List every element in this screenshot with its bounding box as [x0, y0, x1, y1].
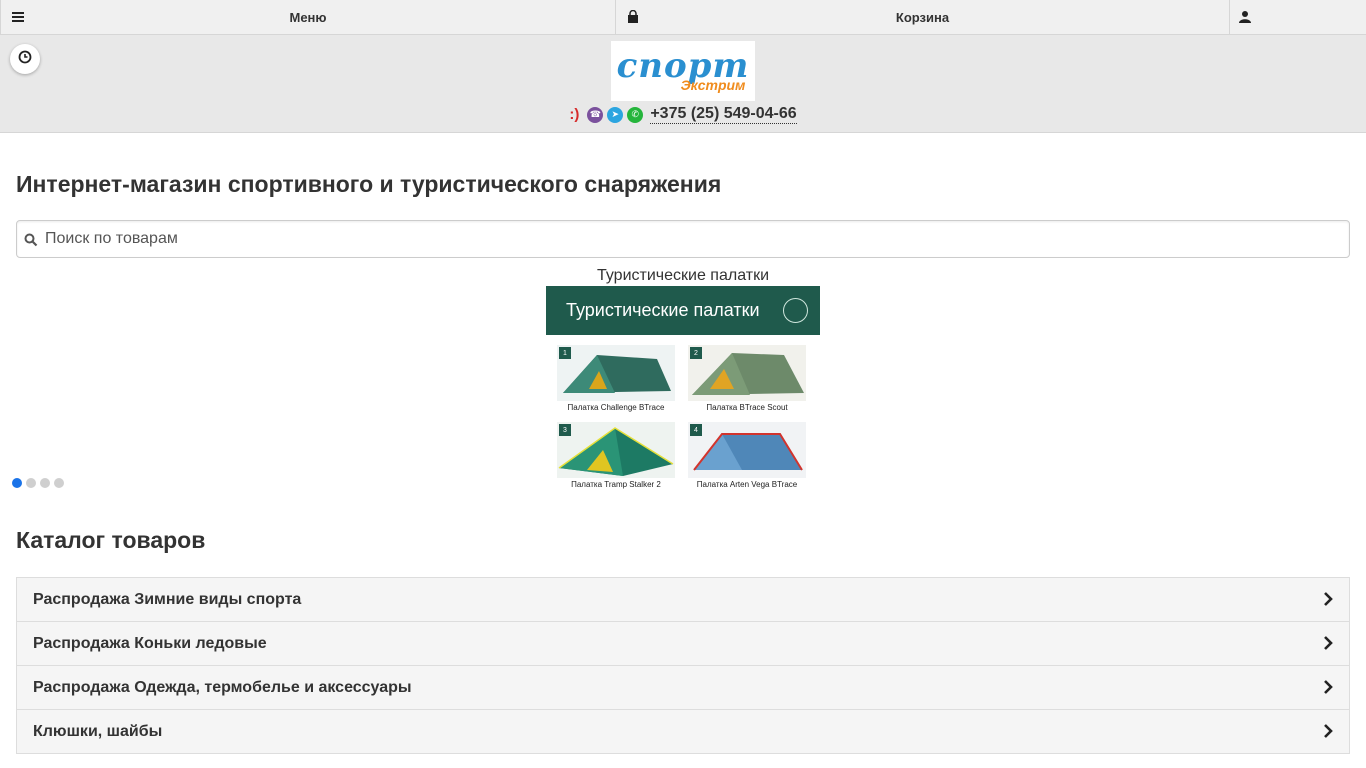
catalog-item[interactable]: Клюшки, шайбы	[17, 710, 1349, 754]
tent-card: 2 Палатка BTrace Scout	[688, 345, 806, 412]
chevron-right-icon	[1321, 680, 1335, 699]
chevron-right-icon	[1321, 592, 1335, 611]
contacts: :) ☎ ➤ ✆ +375 (25) 549-04-66	[0, 105, 1366, 124]
telegram-icon[interactable]: ➤	[607, 106, 624, 123]
tent-number: 3	[559, 424, 571, 436]
menu-button[interactable]: Меню	[0, 0, 616, 34]
catalog-item[interactable]: Распродажа Коньки ледовые	[17, 622, 1349, 666]
whatsapp-icon[interactable]: ✆	[627, 106, 644, 123]
search-box	[16, 220, 1350, 258]
smile-text: :)	[569, 106, 580, 123]
tent-label: Палатка Arten Vega BTrace	[696, 480, 798, 489]
catalog-list: Распродажа Зимние виды спорта Распродажа…	[16, 577, 1350, 754]
page-title: Интернет-магазин спортивного и туристиче…	[16, 171, 722, 197]
chevron-right-icon	[1321, 636, 1335, 655]
compass-icon	[783, 298, 808, 323]
site-header: спорт Экстрим :) ☎ ➤ ✆ +375 (25) 549-04-…	[0, 35, 1366, 133]
slider-dot[interactable]	[12, 478, 22, 488]
bag-icon	[626, 9, 640, 24]
slider-dot[interactable]	[26, 478, 36, 488]
catalog-item-label: Распродажа Одежда, термобелье и аксессуа…	[33, 678, 412, 696]
logo-text-sub: Экстрим	[680, 77, 746, 93]
tent-number: 4	[690, 424, 702, 436]
tent-label: Палатка Tramp Stalker 2	[571, 480, 661, 489]
cart-button[interactable]: Корзина	[616, 0, 1230, 34]
clock-icon	[18, 50, 32, 69]
slide-caption[interactable]: Туристические палатки	[0, 267, 1366, 285]
cart-label: Корзина	[895, 9, 950, 25]
tent-number: 2	[690, 347, 702, 359]
catalog-item[interactable]: Распродажа Зимние виды спорта	[17, 578, 1349, 622]
banner-title: Туристические палатки	[566, 300, 760, 320]
tent-label: Палатка BTrace Scout	[706, 403, 788, 412]
slider-dot[interactable]	[40, 478, 50, 488]
work-hours-button[interactable]	[10, 44, 40, 74]
menu-icon	[11, 10, 25, 24]
slider-banner[interactable]: Туристические палатки 1 Палатка Challeng…	[546, 286, 820, 498]
slider-dot[interactable]	[54, 478, 64, 488]
tent-label: Палатка Challenge BTrace	[567, 403, 665, 412]
tent-number: 1	[559, 347, 571, 359]
banner-title-band: Туристические палатки	[546, 286, 820, 335]
site-logo[interactable]: спорт Экстрим	[611, 41, 755, 101]
catalog-item[interactable]: Распродажа Одежда, термобелье и аксессуа…	[17, 666, 1349, 710]
search-icon	[24, 233, 38, 252]
user-icon	[1238, 10, 1252, 24]
tent-card: 4 Палатка Arten Vega BTrace	[688, 422, 806, 489]
user-button[interactable]	[1230, 0, 1366, 34]
catalog-item-label: Распродажа Зимние виды спорта	[33, 590, 302, 608]
catalog-title: Каталог товаров	[16, 527, 206, 553]
catalog-item-label: Распродажа Коньки ледовые	[33, 634, 267, 652]
phone-link[interactable]: +375 (25) 549-04-66	[650, 105, 797, 124]
chevron-right-icon	[1321, 724, 1335, 743]
top-bar: Меню Корзина	[0, 0, 1366, 35]
search-input[interactable]	[45, 222, 1345, 256]
menu-label: Меню	[289, 9, 327, 25]
slider-dots	[12, 478, 64, 488]
tent-card: 1 Палатка Challenge BTrace	[557, 345, 675, 412]
viber-icon[interactable]: ☎	[587, 106, 604, 123]
tent-card: 3 Палатка Tramp Stalker 2	[557, 422, 675, 489]
catalog-item-label: Клюшки, шайбы	[33, 722, 163, 740]
